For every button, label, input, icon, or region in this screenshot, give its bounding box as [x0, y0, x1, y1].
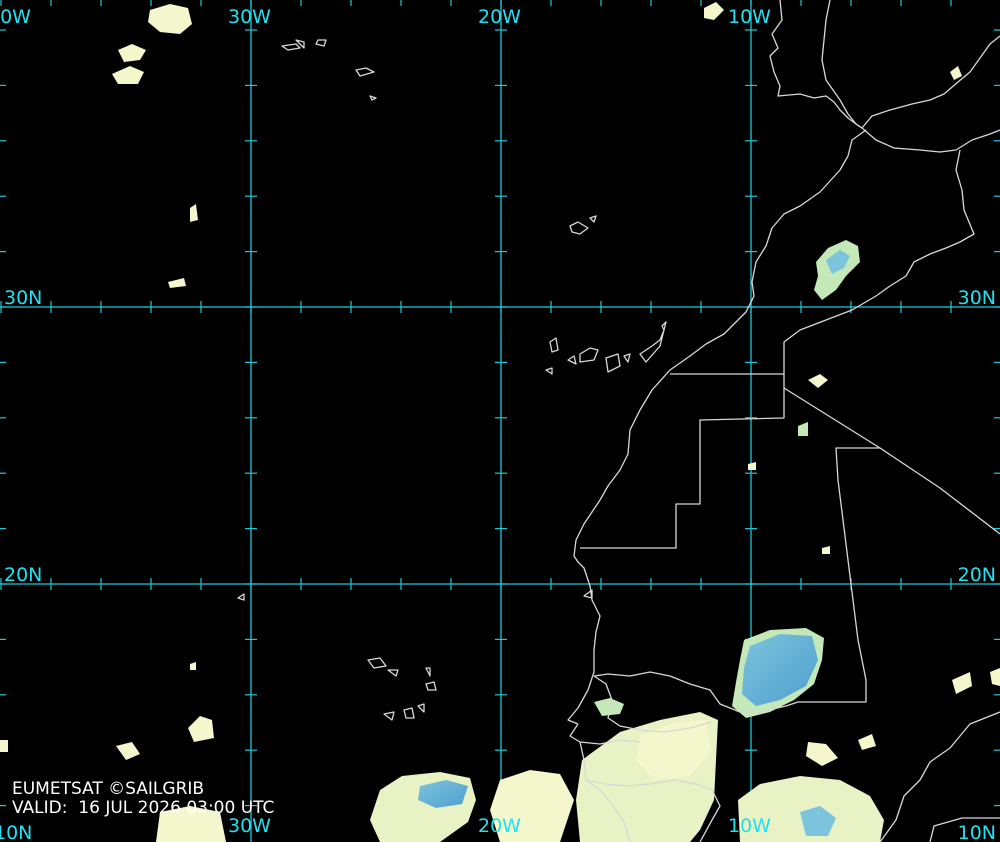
cape-verde-island — [383, 711, 395, 721]
cloud-complex-mali-core — [742, 634, 818, 706]
azores-island — [295, 39, 305, 49]
canary-island — [579, 347, 599, 363]
label-lon-30w-bottom: 30W — [228, 815, 271, 837]
madeira-island — [589, 215, 597, 223]
mauritania-mali-border — [593, 387, 881, 713]
cloud-cell — [118, 44, 146, 62]
algeria-mali-border — [879, 447, 1000, 535]
cape-verde-island — [417, 703, 425, 713]
cloud-cell — [0, 740, 8, 752]
lat-lon-grid — [0, 0, 1000, 842]
cloud-cell — [950, 66, 962, 80]
cloud-cell — [116, 742, 140, 760]
cape-verde-island — [403, 707, 415, 719]
cape-verde-island — [367, 657, 387, 669]
cape-verde-island — [425, 681, 437, 691]
label-lon-20w-top: 20W — [478, 6, 521, 28]
canary-island — [605, 353, 621, 373]
satellite-map: 40W 30W 20W 10W 30N 30N 20N 20N 10N 10N … — [0, 0, 1000, 842]
coastlines — [237, 0, 1000, 842]
label-lat-10n-left: 10N — [0, 822, 33, 842]
label-lon-10w-bottom: 10W — [728, 815, 771, 837]
label-lon-30w-top: 30W — [228, 6, 271, 28]
cloud-cell — [704, 2, 724, 20]
valid-time-label: VALID: 16 JUL 2026 03:00 UTC — [12, 798, 275, 818]
cloud-cell — [190, 662, 196, 670]
cloud-layer — [0, 2, 1000, 842]
cloud-cell — [748, 462, 756, 470]
label-lon-40w-top: 40W — [0, 6, 31, 28]
coastal-island — [237, 593, 245, 601]
map-canvas — [0, 0, 1000, 842]
cloud-cell — [808, 374, 828, 388]
label-lat-20n-right: 20N — [957, 564, 996, 586]
canary-island — [639, 321, 667, 363]
algeria-border — [783, 149, 975, 374]
label-lon-10w-top: 10W — [728, 6, 771, 28]
gibraltar-coast — [855, 123, 1000, 153]
credit-label: EUMETSAT ©SAILGRIB — [12, 779, 205, 799]
label-lat-20n-left: 20N — [4, 564, 43, 586]
azores-island — [315, 39, 327, 47]
iberia-coast — [821, 0, 1000, 129]
label-lat-10n-right: 10N — [957, 822, 996, 842]
cloud-cell — [148, 4, 192, 34]
cloud-cell — [798, 422, 808, 436]
canary-island — [549, 337, 559, 353]
cloud-cell — [188, 716, 214, 742]
grid-ticks — [0, 0, 1000, 807]
cloud-cell — [190, 204, 198, 222]
cloud-cell — [168, 278, 186, 288]
canary-island — [623, 353, 631, 363]
label-lat-30n-left: 30N — [4, 287, 43, 309]
morocco-coast — [567, 129, 867, 725]
label-lon-20w-bottom: 20W — [478, 815, 521, 837]
madeira-island — [569, 221, 589, 235]
cloud-cell — [858, 734, 876, 750]
cape-verde-island — [425, 667, 431, 677]
cloud-cell — [112, 66, 144, 84]
cloud-cell — [990, 668, 1000, 686]
azores-island — [355, 67, 375, 77]
cloud-cell — [806, 742, 838, 766]
azores-island — [369, 95, 377, 101]
cape-verde-island — [387, 669, 399, 677]
canary-island — [567, 355, 577, 365]
cloud-cell — [822, 546, 830, 554]
w-sahara-border — [580, 373, 785, 549]
canary-island — [545, 367, 553, 375]
label-lat-30n-right: 30N — [957, 287, 996, 309]
azores-island — [281, 43, 301, 51]
cloud-band-south — [370, 772, 476, 842]
cloud-cell — [952, 672, 972, 694]
